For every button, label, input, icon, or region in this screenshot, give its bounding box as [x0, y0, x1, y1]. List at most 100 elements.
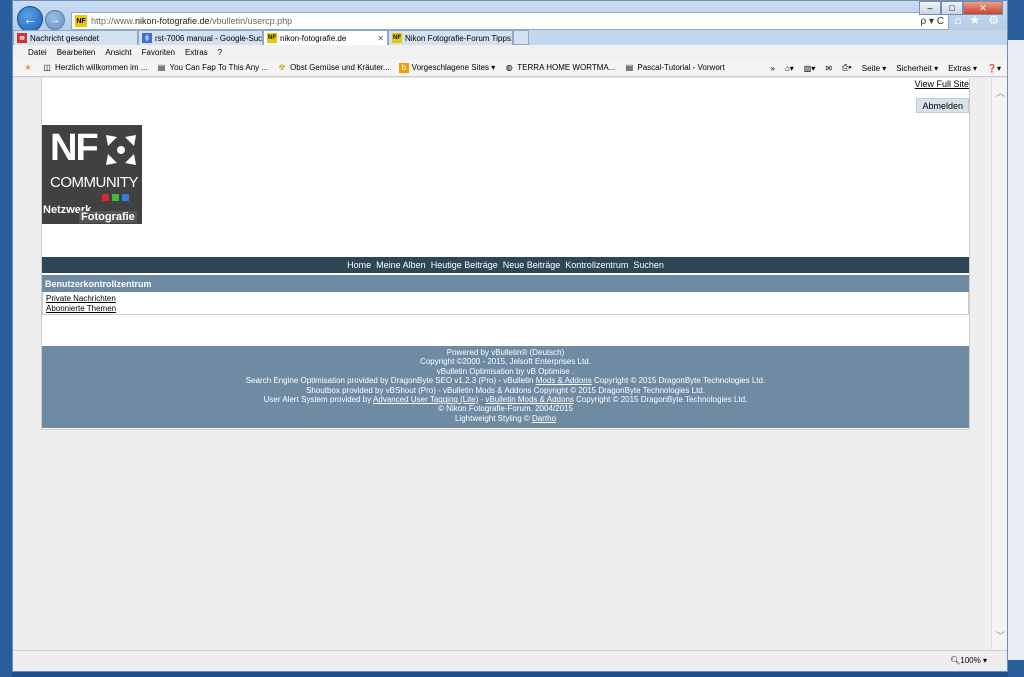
chevron-right-icon[interactable]: » [770, 64, 774, 73]
browser-window: ← → NF http://www.nikon-fotografie.de/vb… [12, 0, 1008, 672]
address-tools[interactable]: ρ ▾ C [921, 16, 949, 27]
site-favicon-icon: NF [75, 15, 87, 27]
feeds-icon[interactable]: ▧▾ [804, 64, 816, 73]
menu-bearbeiten[interactable]: Bearbeiten [52, 48, 101, 57]
menu-help[interactable]: ? [213, 48, 227, 57]
logo-community: COMMUNITY [50, 174, 139, 191]
menu-bar: Datei Bearbeiten Ansicht Favoriten Extra… [13, 45, 1007, 59]
menu-datei[interactable]: Datei [23, 48, 52, 57]
home-page-icon[interactable]: ⌂▾ [785, 64, 794, 73]
nav-meine-alben[interactable]: Meine Alben [376, 260, 426, 270]
forward-arrow-icon: → [49, 14, 61, 26]
favorites-bar: ★ ◫ Herzlich willkommen im ... ▤ You Can F… [13, 59, 1007, 77]
logo-nf: NF [50, 127, 99, 169]
footer-link[interactable]: Advanced User Tagging (Lite) [373, 395, 478, 404]
tab-label: Nikon Fotografie-Forum Tipps... [405, 33, 513, 43]
fav-item-3[interactable]: ☢ Obst Gemüse und Kräuter... [277, 63, 390, 73]
footer-link[interactable]: Mods & Addons [536, 376, 592, 385]
nf-icon: NF [267, 33, 277, 43]
background-window [1008, 40, 1024, 660]
main-nav: Home Meine Alben Heutige Beiträge Neue B… [42, 257, 969, 273]
footer-text: Search Engine Optimisation provided by D… [245, 376, 536, 386]
footer-link[interactable]: vBulletin Mods & Addons [485, 395, 574, 404]
browser-toolbar-icons: ⌂ ★ ⚙ [954, 13, 999, 27]
cmd-seite[interactable]: Seite ▾ [862, 64, 886, 73]
tab-google[interactable]: g rst-7006 manual - Google-Suche [138, 30, 263, 45]
nav-suchen[interactable]: Suchen [633, 260, 664, 270]
tab-label: Nachricht gesendet [30, 33, 99, 43]
scroll-down-icon[interactable]: ﹀ [996, 629, 1005, 642]
radiation-icon: ☢ [278, 63, 286, 72]
nav-kontrollzentrum[interactable]: Kontrollzentrum [565, 260, 628, 270]
footer-link[interactable]: Dartho [532, 414, 556, 423]
logo-color-squares [102, 194, 129, 201]
tab-nikon-active[interactable]: NF nikon-fotografie.de ✕ [263, 30, 388, 45]
back-arrow-icon: ← [23, 11, 37, 27]
fav-item-6[interactable]: ▤ Pascal-Tutorial - Vorwort [624, 63, 725, 73]
cmd-sicherheit[interactable]: Sicherheit ▾ [896, 64, 938, 73]
footer-line: User Alert System provided by Advanced U… [42, 395, 969, 404]
url-domain: nikon-fotografie.de [135, 16, 210, 26]
url-text[interactable]: http://www.nikon-fotografie.de/vbulletin… [91, 16, 292, 26]
footer-text: Lightweight Styling © [454, 413, 533, 423]
tab-forum[interactable]: NF Nikon Fotografie-Forum Tipps... [388, 30, 513, 45]
nav-home[interactable]: Home [347, 260, 371, 270]
maximize-icon: □ [949, 3, 955, 13]
menu-favoriten[interactable]: Favoriten [137, 48, 180, 57]
status-bar: 🔍︎100% ▾ [13, 650, 1007, 671]
forward-button[interactable]: → [45, 10, 65, 30]
view-full-site-link[interactable]: View Full Site [915, 79, 969, 89]
subscribed-threads-link[interactable]: Abonnierte Themen [46, 304, 965, 314]
fav-item-4[interactable]: b Vorgeschlagene Sites ▾ [398, 62, 496, 73]
address-bar[interactable]: NF http://www.nikon-fotografie.de/vbulle… [71, 12, 949, 30]
logout-button[interactable]: Abmelden [916, 98, 969, 113]
print-icon[interactable]: ⎙▾ [842, 63, 852, 73]
fav-label: Vorgeschlagene Sites ▾ [411, 63, 496, 72]
footer-line: © Nikon Fotografie-Forum. 2004/2015 [438, 404, 573, 414]
vertical-scrollbar[interactable]: ︿ ﹀ [991, 78, 1007, 650]
site-logo[interactable]: NF COMMUNITY Netzwerk Fotografie [42, 125, 142, 224]
nf-icon: NF [392, 33, 402, 43]
zoom-control[interactable]: 🔍︎100% ▾ [950, 656, 987, 665]
fav-label: Obst Gemüse und Kräuter... [290, 63, 390, 72]
new-tab-button[interactable] [513, 30, 529, 45]
private-messages-link[interactable]: Private Nachrichten [46, 294, 965, 304]
page-container: View Full Site Abmelden NF COMMUNITY Net… [41, 78, 970, 430]
desktop-left-strip [0, 0, 12, 677]
scroll-up-icon[interactable]: ︿ [996, 86, 1005, 99]
tab-label: nikon-fotografie.de [280, 33, 347, 43]
add-favorite-icon: ★ [24, 63, 32, 72]
gear-icon[interactable]: ⚙ [988, 13, 999, 27]
cmd-extras[interactable]: Extras ▾ [948, 64, 977, 73]
google-icon: g [142, 33, 152, 43]
zoom-icon: 🔍︎ [950, 656, 961, 665]
menu-extras[interactable]: Extras [180, 48, 213, 57]
tab-label: rst-7006 manual - Google-Suche [155, 33, 263, 43]
page-icon: ◫ [43, 63, 51, 72]
footer-line: Powered by vBulletin® (Deutsch) [446, 348, 565, 357]
mail-icon: ✉ [17, 33, 27, 43]
footer-text: Copyright © 2015 DragonByte Technologies… [573, 395, 748, 405]
fav-item-5[interactable]: ◍ TERRA HOME WORTMA... [504, 63, 616, 73]
favorites-star-icon[interactable]: ★ [969, 13, 980, 27]
bing-icon: b [398, 62, 409, 73]
page-icon: ▤ [625, 63, 634, 72]
help-icon[interactable]: ❓▾ [987, 64, 1001, 73]
fav-item-2[interactable]: ▤ You Can Fap To This Any ... [156, 63, 268, 73]
url-prefix: http://www. [91, 16, 136, 26]
page-viewport: View Full Site Abmelden NF COMMUNITY Net… [13, 78, 991, 650]
title-bar: ← → NF http://www.nikon-fotografie.de/vb… [13, 1, 1007, 32]
page-footer: Powered by vBulletin® (Deutsch) Copyrigh… [42, 346, 969, 428]
nav-neue-beitraege[interactable]: Neue Beiträge [503, 260, 561, 270]
logo-fotografie: Fotografie [79, 211, 137, 223]
back-button[interactable]: ← [17, 6, 43, 32]
close-tab-icon[interactable]: ✕ [377, 34, 384, 43]
minimize-button[interactable]: – [919, 1, 941, 15]
mail-icon[interactable]: ✉ [825, 64, 832, 73]
tab-nachricht[interactable]: ✉ Nachricht gesendet [13, 30, 138, 45]
fav-item-1[interactable]: ◫ Herzlich willkommen im ... [42, 63, 147, 73]
home-icon[interactable]: ⌂ [954, 13, 961, 27]
favorites-star-button[interactable]: ★ [23, 63, 33, 73]
menu-ansicht[interactable]: Ansicht [100, 48, 136, 57]
nav-heutige-beitraege[interactable]: Heutige Beiträge [431, 260, 498, 270]
